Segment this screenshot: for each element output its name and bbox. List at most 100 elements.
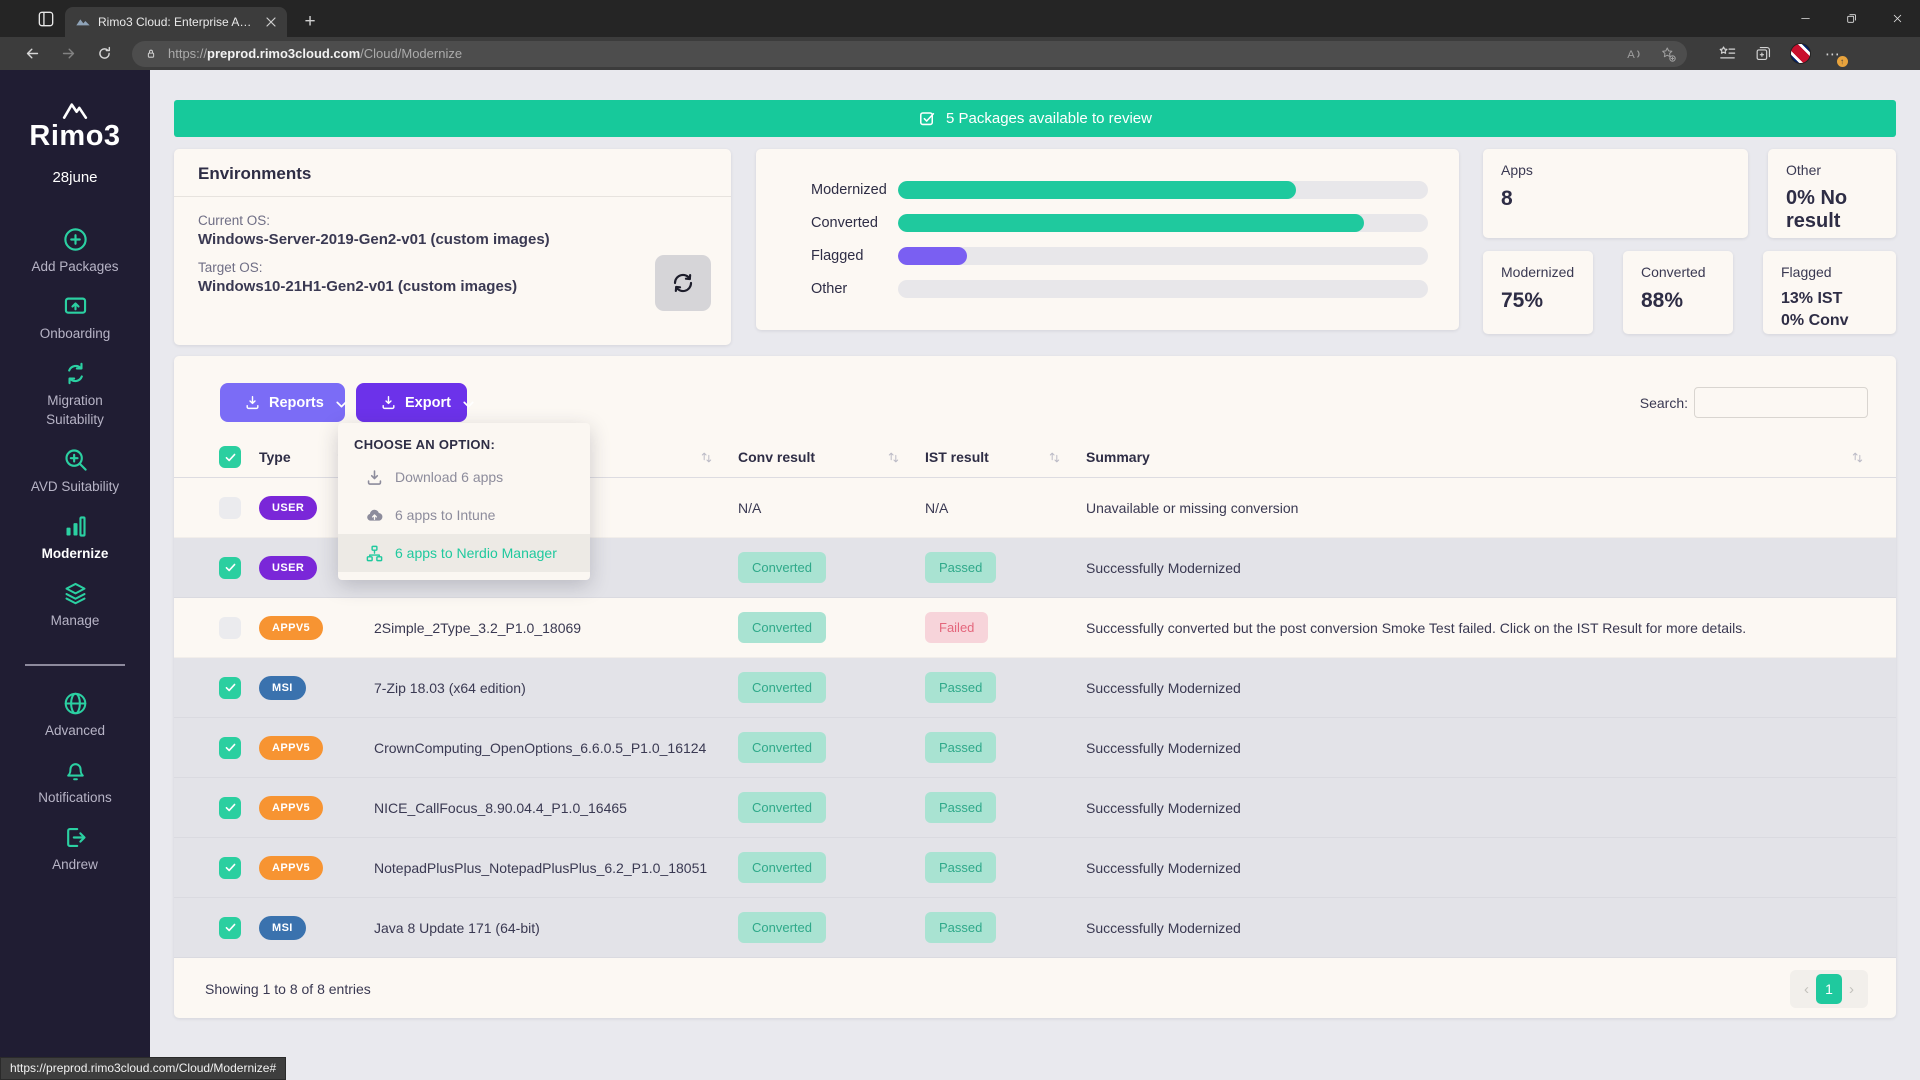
tab-close-icon[interactable] [263,14,279,30]
conv-result-pill[interactable]: Converted [738,612,826,643]
reports-button[interactable]: Reports [220,383,345,422]
profile-avatar[interactable] [1790,43,1811,64]
sidebar-divider [25,664,125,666]
ist-result-pill[interactable]: Passed [925,732,996,763]
row-checkbox[interactable] [219,797,241,819]
browser-tab[interactable]: Rimo3 Cloud: Enterprise Applicat [65,7,287,37]
export-option-6-apps-to-nerdio-manager[interactable]: 6 apps to Nerdio Manager [338,534,590,572]
new-tab-button[interactable]: + [297,9,323,35]
back-button[interactable] [18,40,46,68]
package-name: CrownComputing_OpenOptions_6.6.0.5_P1.0_… [374,740,738,756]
current-os-value: Windows-Server-2019-Gen2-v01 (custom ima… [198,231,707,248]
ist-result-pill[interactable]: Passed [925,852,996,883]
export-option-download-6-apps[interactable]: Download 6 apps [338,458,590,496]
row-checkbox[interactable] [219,677,241,699]
window-controls [1782,0,1920,37]
progress-row-modernized: Modernized [811,173,1428,206]
svg-text:A: A [1627,48,1635,60]
sidebar-item-migration-suitability[interactable]: Migration Suitability [0,360,150,428]
column-header-conv-result[interactable]: Conv result [738,449,925,465]
next-page-button[interactable]: › [1842,981,1861,998]
table-row[interactable]: MSIJava 8 Update 171 (64-bit)ConvertedPa… [174,898,1896,958]
page-number-button[interactable]: 1 [1816,974,1842,1004]
browser-titlebar: Rimo3 Cloud: Enterprise Applicat + [0,0,1920,37]
dropdown-header: CHOOSE AN OPTION: [338,437,590,458]
table-row[interactable]: APPV5NotepadPlusPlus_NotepadPlusPlus_6.2… [174,838,1896,898]
sidebar-item-manage[interactable]: Manage [0,580,150,630]
summary-cell: Successfully Modernized [1086,860,1850,876]
minimize-button[interactable] [1782,0,1828,37]
table-row[interactable]: APPV5NICE_CallFocus_8.90.04.4_P1.0_16465… [174,778,1896,838]
url-text: https://preprod.rimo3cloud.com/Cloud/Mod… [168,46,1609,61]
table-row[interactable]: APPV5 CrownComputing_OpenOptions_6.6.0.5_… [174,718,1896,778]
table-row[interactable]: APPV52Simple_2Type_3.2_P1.0_18069Convert… [174,598,1896,658]
restore-button[interactable] [1828,0,1874,37]
ist-result-pill[interactable]: Passed [925,672,996,703]
row-checkbox[interactable] [219,497,241,519]
favorite-add-icon[interactable] [1659,45,1677,63]
select-all-checkbox[interactable] [219,446,241,468]
url-host: preprod.rimo3cloud.com [207,46,360,61]
row-checkbox[interactable] [219,617,241,639]
row-checkbox[interactable] [219,857,241,879]
conv-result-pill[interactable]: Converted [738,912,826,943]
progress-row-other: Other [811,272,1428,305]
showing-entries-text: Showing 1 to 8 of 8 entries [205,981,371,997]
export-button[interactable]: Export [356,383,467,422]
export-option-6-apps-to-intune[interactable]: 6 apps to Intune [338,496,590,534]
sidebar-item-add-packages[interactable]: Add Packages [0,226,150,276]
conv-result-cell: Converted [738,552,925,583]
conv-result-pill[interactable]: Converted [738,732,826,763]
ist-result-pill[interactable]: Failed [925,612,988,643]
search-input[interactable] [1694,387,1868,418]
conv-result-pill[interactable]: Converted [738,552,826,583]
refresh-button[interactable] [90,40,118,68]
ist-result-pill[interactable]: Passed [925,792,996,823]
sidebar-item-notifications[interactable]: Notifications [0,757,150,807]
lock-icon[interactable] [144,47,158,61]
read-aloud-icon[interactable]: A [1625,45,1643,63]
sidebar-item-advanced[interactable]: Advanced [0,690,150,740]
sidebar-item-label: Notifications [38,789,112,807]
row-checkbox[interactable] [219,557,241,579]
sort-icon [1047,450,1062,465]
summary-cell: Successfully Modernized [1086,920,1850,936]
sidebar-nav: Add Packages Onboarding Migration Suitabil… [0,226,150,648]
column-header-summary[interactable]: Summary [1086,449,1850,465]
address-bar[interactable]: https://preprod.rimo3cloud.com/Cloud/Mod… [132,41,1687,67]
progress-track [898,181,1428,199]
packages-review-banner[interactable]: 5 Packages available to review [174,100,1896,137]
table-row[interactable]: MSI7-Zip 18.03 (x64 edition)ConvertedPas… [174,658,1896,718]
type-badge: MSI [259,916,306,940]
progress-fill [898,214,1364,232]
swap-environments-button[interactable] [655,255,711,311]
row-checkbox[interactable] [219,737,241,759]
conv-result-pill[interactable]: Converted [738,852,826,883]
ist-result-cell: Passed [925,672,1086,703]
more-menu-button[interactable]: ⋯↑ [1825,45,1841,63]
favorites-bar-icon[interactable] [1718,44,1737,63]
conv-result-pill[interactable]: Converted [738,672,826,703]
conv-result-pill[interactable]: Converted [738,792,826,823]
workspace-icon[interactable] [36,9,56,29]
previous-page-button[interactable]: ‹ [1797,981,1816,998]
window-close-button[interactable] [1874,0,1920,37]
banner-text: 5 Packages available to review [946,110,1152,127]
column-header-ist-result[interactable]: IST result [925,449,1086,465]
type-badge: APPV5 [259,736,323,760]
toolbar-right: ⋯↑ [1701,43,1843,64]
conv-result-cell: Converted [738,792,925,823]
ist-result-pill[interactable]: Passed [925,552,996,583]
package-name: NotepadPlusPlus_NotepadPlusPlus_6.2_P1.0… [374,860,738,876]
sidebar-item-avd-suitability[interactable]: AVD Suitability [0,446,150,496]
sidebar-item-modernize[interactable]: Modernize [0,513,150,563]
ist-result-pill[interactable]: Passed [925,912,996,943]
sidebar-item-label: Modernize [42,545,109,563]
sidebar-item-andrew[interactable]: Andrew [0,824,150,874]
row-checkbox[interactable] [219,917,241,939]
sidebar-item-onboarding[interactable]: Onboarding [0,293,150,343]
collections-icon[interactable] [1754,44,1773,63]
forward-button[interactable] [54,40,82,68]
app-logo: Rimo3 [29,96,120,153]
search-label: Search: [1640,395,1688,411]
